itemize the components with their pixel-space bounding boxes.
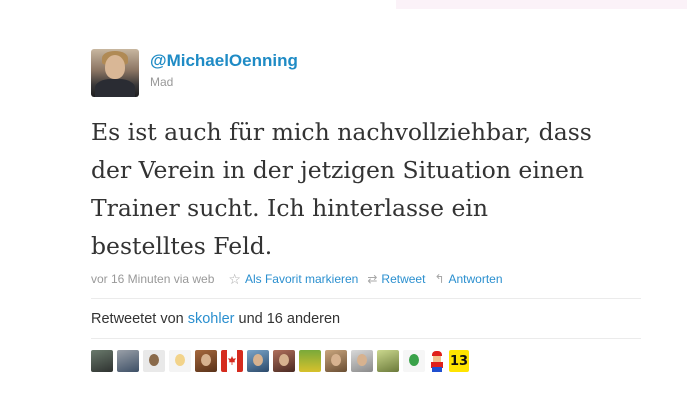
reply-icon: ↰ (434, 272, 445, 286)
retweeter-avatar[interactable] (299, 350, 321, 372)
tweet-text: Es ist auch für mich nachvollziehbar, da… (91, 113, 651, 265)
retweeted-prefix: Retweetet von (91, 311, 184, 327)
tweet-line: Es ist auch für mich nachvollziehbar, da… (91, 118, 592, 146)
retweet-button[interactable]: ⇄ Retweet (367, 272, 425, 286)
retweeted-suffix: und 16 anderen (238, 311, 341, 327)
canada-flag-avatar[interactable] (221, 350, 243, 372)
retweet-label: Retweet (381, 272, 426, 286)
number-badge-avatar[interactable]: 13 (449, 350, 469, 372)
retweeted-by: Retweetet von skohler und 16 anderen (91, 311, 340, 327)
retweeter-avatar[interactable] (377, 350, 399, 372)
reply-label: Antworten (448, 272, 503, 286)
retweeter-avatar[interactable] (117, 350, 139, 372)
screen-name-link[interactable]: @MichaelOenning (150, 51, 298, 71)
full-name: Mad (150, 75, 174, 89)
top-strip (396, 0, 687, 9)
retweeter-avatar[interactable] (325, 350, 347, 372)
divider (91, 298, 641, 299)
retweeter-avatars: 13 (91, 348, 469, 372)
favorite-button[interactable]: ☆ Als Favorit markieren (228, 271, 358, 288)
divider (91, 338, 641, 339)
avatar-body (95, 79, 135, 97)
retweeter-avatar[interactable] (91, 350, 113, 372)
tweet-line: der Verein in der jetzigen Situation ein… (91, 156, 585, 184)
tweet-meta: vor 16 Minuten via web ☆ Als Favorit mar… (91, 271, 503, 287)
retweeter-avatar[interactable] (169, 350, 191, 372)
star-icon: ☆ (228, 270, 241, 287)
avatar-head (105, 55, 125, 79)
retweet-icon: ⇄ (367, 272, 378, 286)
tweet-line: bestelltes Feld. (91, 232, 273, 260)
timestamp-link[interactable]: vor 16 Minuten via web (91, 272, 214, 286)
mario-legs (432, 367, 442, 372)
retweeter-avatar[interactable] (195, 350, 217, 372)
retweeter-link[interactable]: skohler (188, 311, 235, 327)
retweeter-avatar[interactable] (247, 350, 269, 372)
retweeter-avatar[interactable] (403, 350, 425, 372)
mario-avatar[interactable] (429, 350, 445, 372)
profile-avatar[interactable] (91, 49, 139, 97)
tweet-line: Trainer sucht. Ich hinterlasse ein (91, 194, 489, 222)
retweeter-avatar[interactable] (273, 350, 295, 372)
retweeter-avatar[interactable] (143, 350, 165, 372)
reply-button[interactable]: ↰ Antworten (434, 272, 502, 286)
favorite-label: Als Favorit markieren (244, 272, 359, 286)
retweeter-avatar[interactable] (351, 350, 373, 372)
